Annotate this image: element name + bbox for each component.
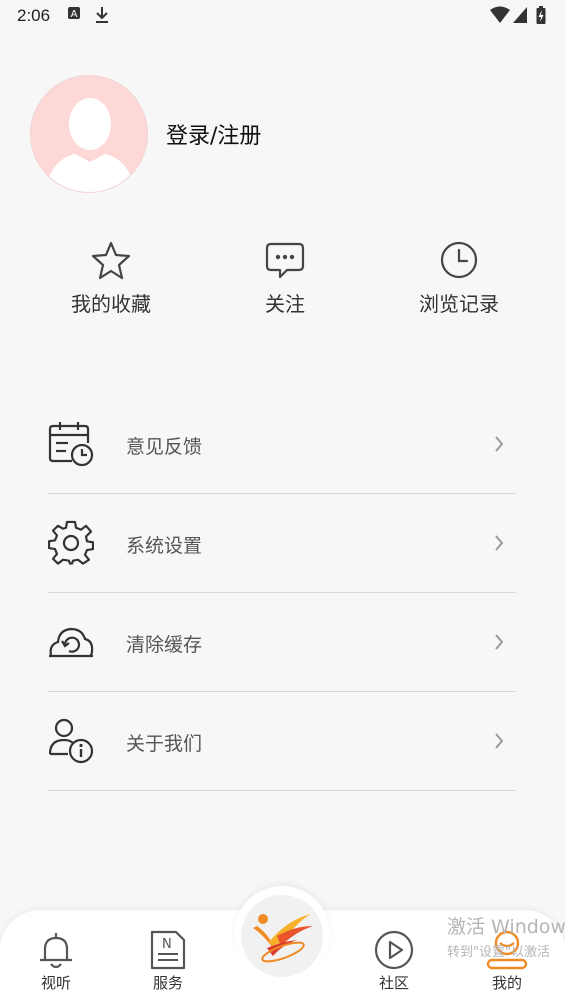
follow-button[interactable]: 关注 <box>215 240 355 317</box>
gear-icon <box>48 520 94 565</box>
signal-icon <box>513 7 527 23</box>
tab-audiovisual[interactable]: 视听 <box>16 930 96 993</box>
svg-text:A: A <box>71 9 78 20</box>
news-icon: N <box>150 930 186 970</box>
watermark-line2: 转到"设置"以激活 <box>447 945 550 960</box>
calendar-clock-icon <box>48 422 94 467</box>
menu-item-feedback[interactable]: 意见反馈 <box>48 395 516 494</box>
menu-label-settings: 系统设置 <box>126 535 203 557</box>
settings-menu: 意见反馈 系统设置 清除缓存 关于我们 <box>48 395 516 791</box>
tab-label-audiovisual: 视听 <box>40 974 71 992</box>
tab-community[interactable]: 社区 <box>354 930 434 993</box>
cloud-refresh-icon <box>49 627 94 658</box>
star-icon <box>91 241 131 280</box>
logo-icon <box>253 914 313 963</box>
user-info-icon <box>48 718 94 764</box>
follow-label: 关注 <box>265 292 305 316</box>
status-time: 2:06 <box>17 6 51 25</box>
clock-icon <box>440 241 478 279</box>
wifi-icon <box>490 6 510 23</box>
tab-label-mine: 我的 <box>491 974 522 992</box>
favorites-label: 我的收藏 <box>71 292 151 316</box>
history-label: 浏览记录 <box>419 292 499 316</box>
tab-label-community: 社区 <box>378 974 409 992</box>
battery-icon <box>536 6 546 24</box>
favorites-button[interactable]: 我的收藏 <box>41 240 181 317</box>
play-icon <box>374 930 414 970</box>
chevron-right-icon <box>495 733 504 749</box>
tab-label-services: 服务 <box>152 974 183 992</box>
svg-text:N: N <box>162 937 172 952</box>
chevron-right-icon <box>495 535 504 551</box>
download-icon <box>96 7 108 23</box>
watermark-line1: 激活 Windows <box>447 916 565 938</box>
menu-label-feedback: 意见反馈 <box>126 436 203 458</box>
center-logo-button[interactable] <box>241 895 323 977</box>
default-avatar-icon <box>45 98 135 192</box>
chat-icon <box>265 242 305 279</box>
menu-item-about[interactable]: 关于我们 <box>48 692 516 791</box>
menu-item-settings[interactable]: 系统设置 <box>48 494 516 593</box>
keyboard-a-icon: A <box>68 7 80 20</box>
tab-services[interactable]: N 服务 <box>128 930 208 993</box>
bell-icon <box>40 933 72 969</box>
menu-label-about: 关于我们 <box>126 733 203 755</box>
menu-item-clear-cache[interactable]: 清除缓存 <box>48 593 516 692</box>
avatar[interactable] <box>30 75 148 193</box>
chevron-right-icon <box>495 436 504 452</box>
windows-activation-watermark: 激活 Windows 转到"设置"以激活 <box>447 912 565 960</box>
chevron-right-icon <box>495 634 504 650</box>
login-register-link[interactable]: 登录/注册 <box>166 118 261 150</box>
history-button[interactable]: 浏览记录 <box>389 240 529 317</box>
status-bar: 2:06 A <box>0 0 565 32</box>
menu-label-clear-cache: 清除缓存 <box>126 634 203 656</box>
